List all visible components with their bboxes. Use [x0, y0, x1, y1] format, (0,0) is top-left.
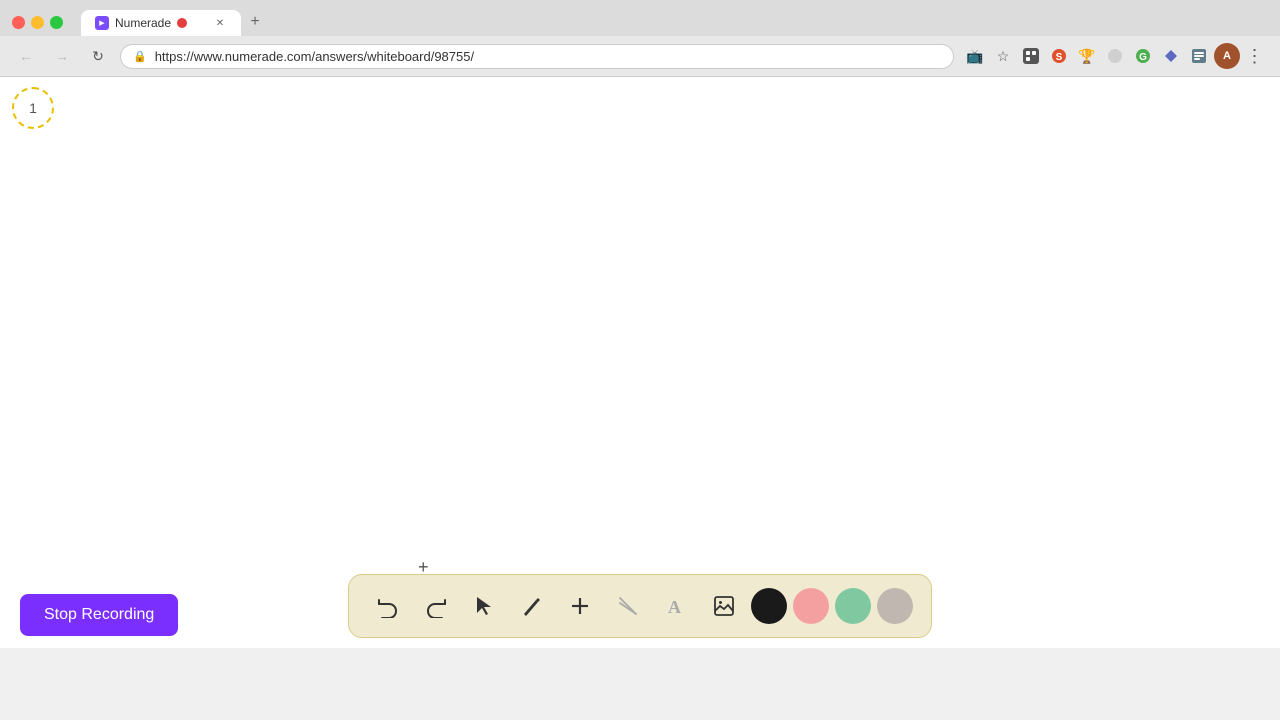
menu-button[interactable]: ⋮ [1242, 43, 1268, 69]
ext4-icon[interactable] [1102, 43, 1128, 69]
traffic-lights [12, 16, 63, 29]
stop-recording-button[interactable]: Stop Recording [20, 594, 178, 636]
new-tab-button[interactable]: + [241, 8, 269, 36]
whiteboard-area[interactable]: 1 + Stop Recording [0, 77, 1280, 648]
address-bar[interactable]: 🔒 https://www.numerade.com/answers/white… [120, 44, 954, 69]
page-number: 1 [29, 100, 37, 116]
ext6-icon[interactable] [1158, 43, 1184, 69]
browser-chrome: Numerade ✕ + ← → ↻ 🔒 https://www.numerad… [0, 0, 1280, 77]
color-black-button[interactable] [751, 588, 787, 624]
text-button[interactable]: A [655, 585, 697, 627]
minimize-traffic-light[interactable] [31, 16, 44, 29]
svg-text:G: G [1139, 52, 1147, 63]
title-bar: Numerade ✕ + [0, 0, 1280, 36]
reload-icon: ↻ [92, 48, 104, 65]
cast-icon[interactable]: 📺 [962, 43, 988, 69]
ext3-icon[interactable]: 🏆 [1074, 43, 1100, 69]
page-indicator: 1 [12, 87, 54, 129]
profile-icon[interactable]: A [1214, 43, 1240, 69]
pen-tool-button[interactable] [511, 585, 553, 627]
undo-button[interactable] [367, 585, 409, 627]
nav-bar: ← → ↻ 🔒 https://www.numerade.com/answers… [0, 36, 1280, 76]
image-button[interactable] [703, 585, 745, 627]
close-traffic-light[interactable] [12, 16, 25, 29]
back-button[interactable]: ← [12, 42, 40, 70]
three-dots-icon: ⋮ [1246, 46, 1265, 67]
tab-close-button[interactable]: ✕ [213, 16, 227, 30]
extension-icons: 📺 ☆ S 🏆 [962, 43, 1268, 69]
bookmark-icon[interactable]: ☆ [990, 43, 1016, 69]
eraser-button[interactable] [607, 585, 649, 627]
svg-text:S: S [1056, 52, 1063, 63]
reload-button[interactable]: ↻ [84, 42, 112, 70]
lock-icon: 🔒 [133, 50, 147, 63]
ext7-icon[interactable] [1186, 43, 1212, 69]
active-tab[interactable]: Numerade ✕ [81, 10, 241, 36]
forward-icon: → [55, 48, 69, 64]
color-pink-button[interactable] [793, 588, 829, 624]
redo-button[interactable] [415, 585, 457, 627]
color-green-button[interactable] [835, 588, 871, 624]
svg-text:A: A [668, 597, 681, 617]
add-button[interactable] [559, 585, 601, 627]
select-tool-button[interactable] [463, 585, 505, 627]
tab-favicon-icon [95, 16, 109, 30]
url-text: https://www.numerade.com/answers/whitebo… [155, 49, 941, 64]
color-gray-button[interactable] [877, 588, 913, 624]
forward-button[interactable]: → [48, 42, 76, 70]
tab-recording-dot [177, 18, 187, 28]
bottom-toolbar: A [348, 574, 932, 638]
ext5-icon[interactable]: G [1130, 43, 1156, 69]
maximize-traffic-light[interactable] [50, 16, 63, 29]
ext2-icon[interactable]: S [1046, 43, 1072, 69]
ext1-icon[interactable] [1018, 43, 1044, 69]
tabs-bar: Numerade ✕ + [81, 8, 1268, 36]
tab-title: Numerade [115, 16, 171, 30]
back-icon: ← [19, 48, 33, 64]
